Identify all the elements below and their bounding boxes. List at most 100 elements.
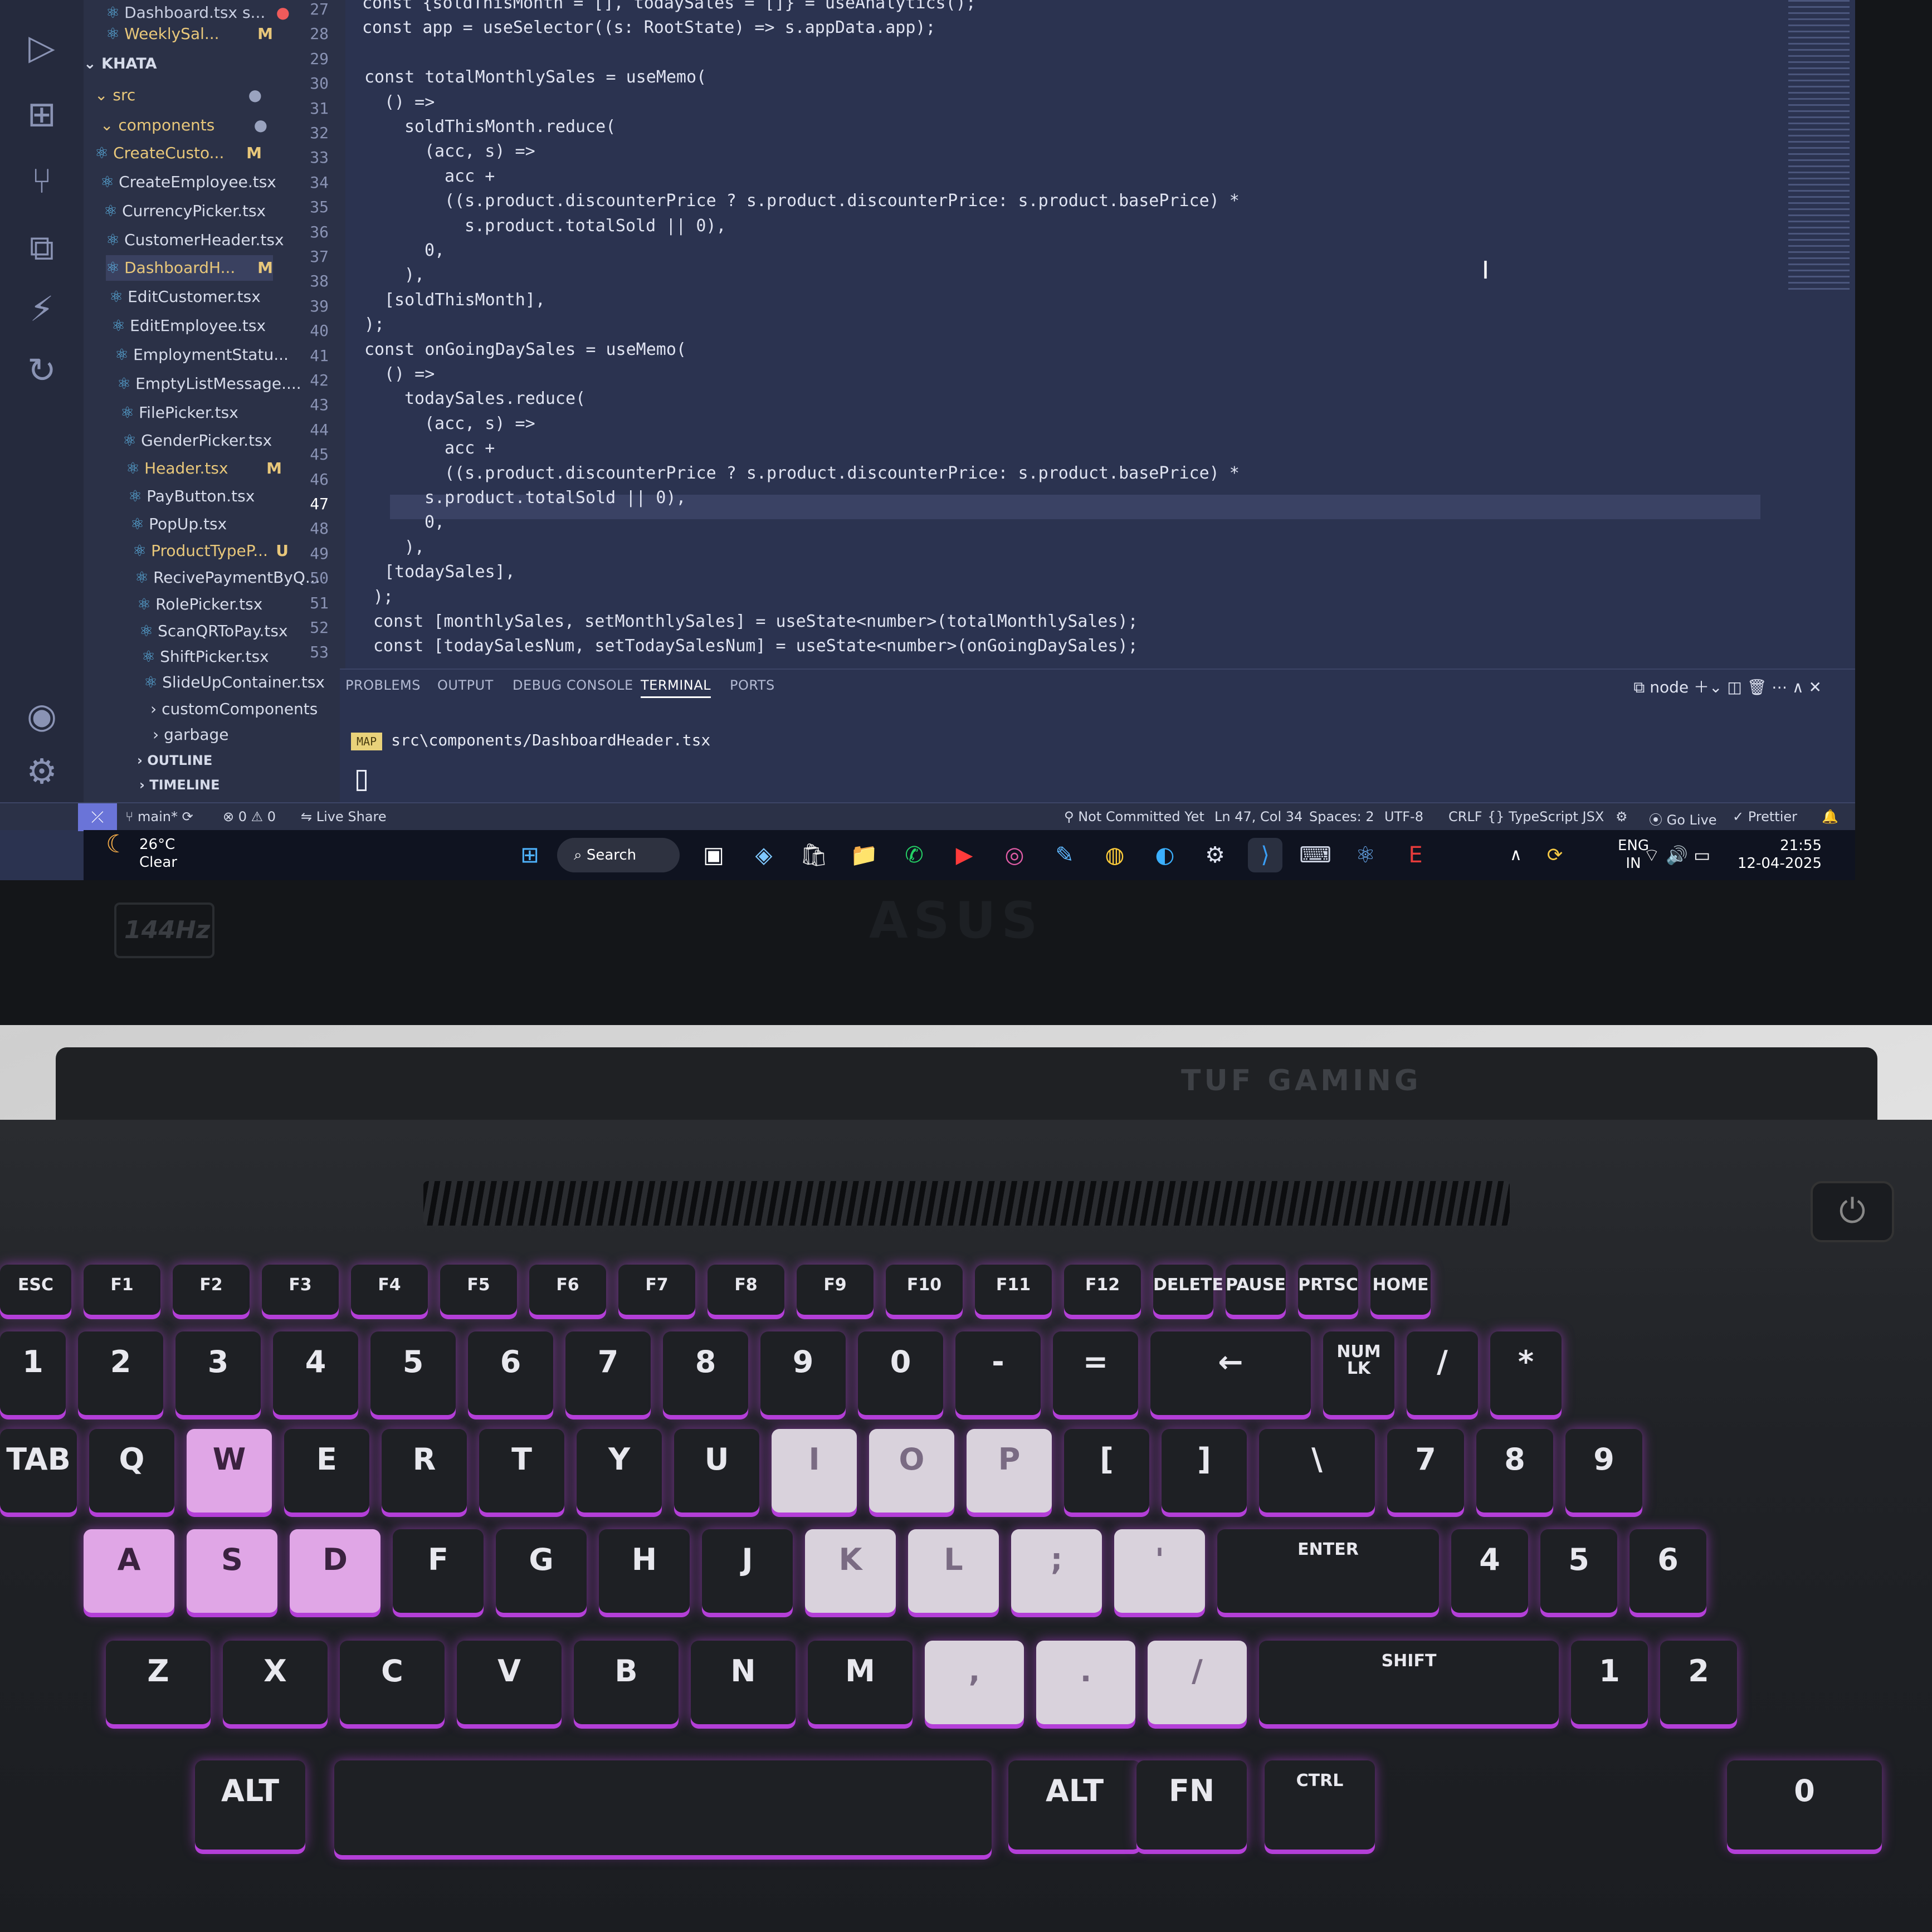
minimap[interactable]	[1788, 0, 1850, 290]
code-line[interactable]: soldThisMonth.reduce(	[404, 115, 616, 139]
key-2[interactable]: 2	[78, 1331, 163, 1415]
copilot-icon[interactable]: ⚙	[1616, 809, 1628, 824]
key-home[interactable]: HOME	[1370, 1265, 1431, 1315]
code-line[interactable]: const totalMonthlySales = useMemo(	[364, 65, 706, 90]
code-line[interactable]: todaySales.reduce(	[404, 387, 586, 411]
key-[interactable]: ;	[1011, 1529, 1102, 1613]
key-a[interactable]: A	[84, 1529, 174, 1613]
key-f7[interactable]: F7	[618, 1265, 695, 1315]
key-d[interactable]: D	[290, 1529, 380, 1613]
terminal-app-icon[interactable]: ⌨	[1298, 838, 1333, 872]
key-numlk[interactable]: NUM LK	[1323, 1331, 1394, 1415]
prettier[interactable]: ✓ Prettier	[1733, 809, 1797, 824]
key-[interactable]: /	[1407, 1331, 1478, 1415]
key-x[interactable]: X	[223, 1641, 328, 1724]
key-u[interactable]: U	[674, 1429, 759, 1513]
tree-item-currencypicker[interactable]: ⚛ CurrencyPicker.tsx	[104, 198, 304, 224]
key-j[interactable]: J	[702, 1529, 793, 1613]
key-[interactable]: /	[1148, 1641, 1247, 1724]
close-panel-icon[interactable]: ✕	[1809, 678, 1822, 696]
key-8[interactable]: 8	[1476, 1429, 1553, 1513]
key-f4[interactable]: F4	[351, 1265, 428, 1315]
folder-garbage[interactable]: › garbage	[153, 722, 320, 748]
whatsapp-icon[interactable]: ✆	[897, 838, 931, 872]
key-7[interactable]: 7	[1387, 1429, 1464, 1513]
chrome-icon[interactable]: ◍	[1097, 838, 1132, 872]
copilot-app-icon[interactable]: ◈	[747, 838, 781, 872]
key-e[interactable]: E	[284, 1429, 369, 1513]
key-w[interactable]: W	[187, 1429, 272, 1513]
code-line[interactable]: acc +	[445, 164, 495, 189]
key-alt[interactable]: ALT	[1008, 1760, 1141, 1850]
tree-item-customerheader[interactable]: ⚛ CustomerHeader.tsx	[106, 227, 306, 253]
key-m[interactable]: M	[808, 1641, 913, 1724]
key-o[interactable]: O	[869, 1429, 954, 1513]
notes-app-icon[interactable]: ✎	[1047, 838, 1082, 872]
key-f9[interactable]: F9	[797, 1265, 874, 1315]
tree-item-weeklysales[interactable]: ⚛ WeeklySal... M	[106, 21, 273, 47]
tab-terminal[interactable]: TERMINAL	[641, 677, 711, 698]
expo-app-icon[interactable]: E	[1398, 838, 1433, 872]
taskbar-search[interactable]: ⌕ Search	[557, 838, 680, 872]
language-mode[interactable]: {} TypeScript JSX	[1487, 809, 1604, 824]
outline-section[interactable]: › OUTLINE	[137, 748, 304, 773]
code-line[interactable]: 0,	[425, 510, 445, 535]
key-space[interactable]	[334, 1760, 992, 1855]
edge-icon[interactable]: ◐	[1148, 838, 1182, 872]
remote-explorer-icon[interactable]: ⧉	[11, 223, 72, 273]
key-prtsc[interactable]: PRTSC	[1298, 1265, 1358, 1315]
key-3[interactable]: 3	[175, 1331, 261, 1415]
key-5[interactable]: 5	[1540, 1529, 1617, 1613]
key-shift[interactable]: SHIFT	[1259, 1641, 1559, 1724]
indentation[interactable]: Spaces: 2	[1309, 809, 1374, 824]
extensions-icon[interactable]: ⊞	[11, 89, 72, 139]
tab-ports[interactable]: PORTS	[730, 677, 775, 693]
folder-customcomponents[interactable]: › customComponents	[150, 696, 340, 722]
key-8[interactable]: 8	[663, 1331, 748, 1415]
key-p[interactable]: P	[967, 1429, 1052, 1513]
tree-item-createemployee[interactable]: ⚛ CreateEmployee.tsx	[100, 169, 301, 195]
code-line[interactable]: const onGoingDaySales = useMemo(	[364, 338, 686, 362]
key-1[interactable]: 1	[1571, 1641, 1648, 1724]
code-line[interactable]: s.product.totalSold || 0),	[465, 214, 726, 238]
key-s[interactable]: S	[187, 1529, 277, 1613]
cursor-position[interactable]: Ln 47, Col 34	[1214, 809, 1302, 824]
terminal-name[interactable]: node	[1650, 678, 1689, 696]
tab-debug-console[interactable]: DEBUG CONSOLE	[513, 677, 633, 693]
key-l[interactable]: L	[908, 1529, 999, 1613]
store-icon[interactable]: 🛍	[797, 838, 831, 872]
problems-indicator[interactable]: ⊗ 0 ⚠ 0	[223, 809, 276, 824]
key-alt[interactable]: ALT	[195, 1760, 305, 1850]
key-v[interactable]: V	[457, 1641, 562, 1724]
key-6[interactable]: 6	[1629, 1529, 1706, 1613]
key-z[interactable]: Z	[106, 1641, 211, 1724]
maximize-panel-icon[interactable]: ∧	[1792, 678, 1808, 696]
key-f5[interactable]: F5	[440, 1265, 517, 1315]
tree-item-slideupcontainer[interactable]: ⚛ SlideUpContainer.tsx	[144, 670, 344, 695]
key-enter[interactable]: ENTER	[1217, 1529, 1439, 1613]
code-line[interactable]: const {soldThisMonth = [], todaySales = …	[362, 0, 976, 16]
power-button-icon[interactable]: ⏻	[1811, 1181, 1894, 1242]
key-f11[interactable]: F11	[975, 1265, 1052, 1315]
settings-app-icon[interactable]: ⚙	[1198, 838, 1232, 872]
key-0[interactable]: 0	[1727, 1760, 1882, 1850]
folder-components[interactable]: ⌄ components ●	[100, 113, 267, 138]
run-debug-icon[interactable]: ▷	[11, 22, 72, 72]
key-2[interactable]: 2	[1660, 1641, 1737, 1724]
code-line[interactable]: s.product.totalSold || 0),	[425, 486, 686, 510]
key-pause[interactable]: PAUSE	[1226, 1265, 1286, 1315]
key-[interactable]: =	[1053, 1331, 1138, 1415]
code-editor[interactable]: const {soldThisMonth = [], todaySales = …	[362, 0, 1799, 669]
remote-indicator-icon[interactable]: ⤫	[78, 803, 117, 831]
vscode-icon[interactable]: ⟩	[1248, 838, 1282, 872]
accounts-icon[interactable]: ◉	[11, 691, 72, 741]
key-f2[interactable]: F2	[173, 1265, 250, 1315]
key-q[interactable]: Q	[89, 1429, 174, 1513]
key-[interactable]: -	[955, 1331, 1041, 1415]
key-[interactable]: [	[1064, 1429, 1149, 1513]
folder-src[interactable]: ⌄ src ●	[95, 82, 262, 108]
react-devtools-icon[interactable]: ⚛	[1348, 838, 1383, 872]
key-h[interactable]: H	[599, 1529, 690, 1613]
more-icon[interactable]: ⋯	[1772, 678, 1792, 696]
key-f12[interactable]: F12	[1064, 1265, 1141, 1315]
